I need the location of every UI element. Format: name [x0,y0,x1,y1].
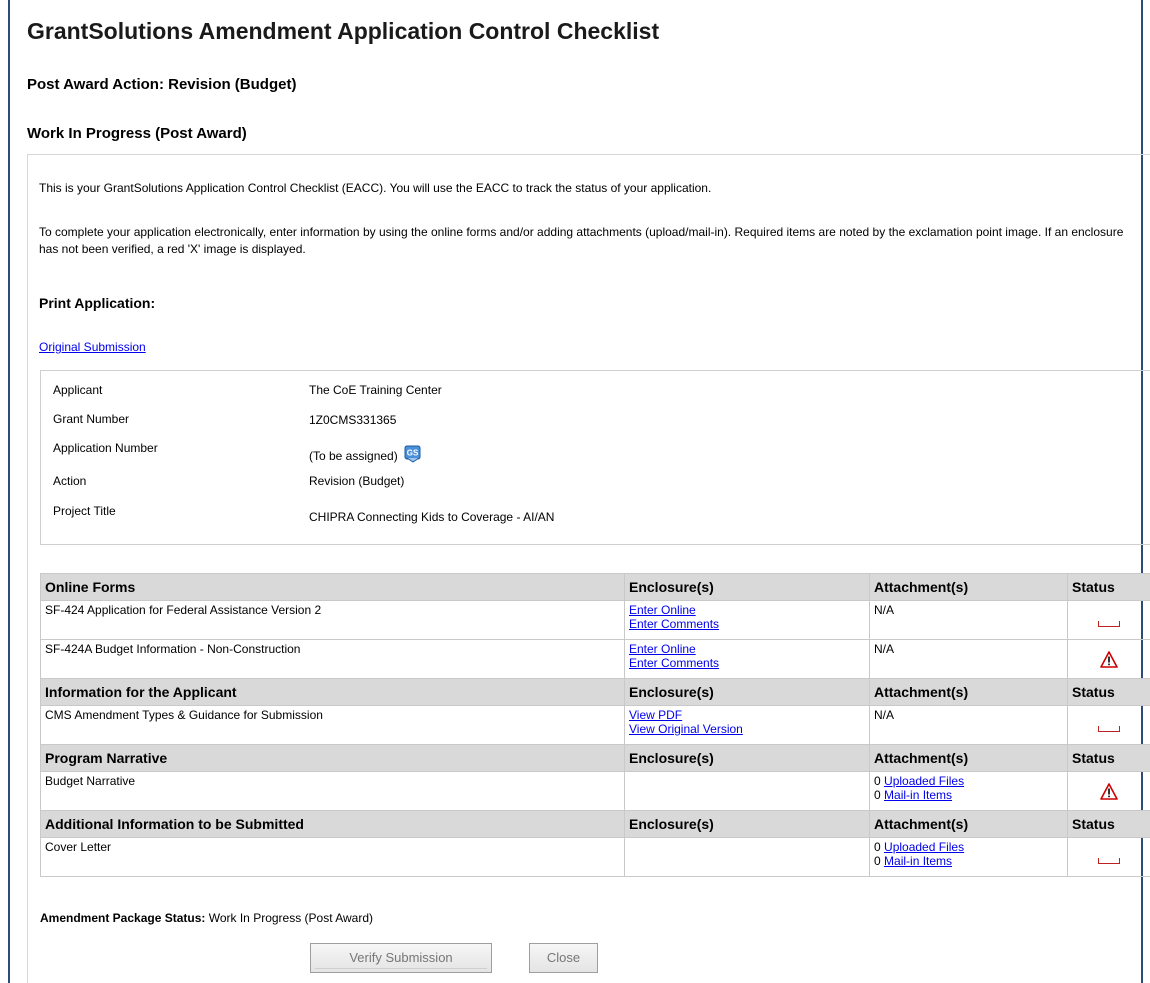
applicant-label: Applicant [53,383,103,397]
mailin-count: 0 [874,788,881,802]
applicant-value: The CoE Training Center [309,383,442,397]
warning-icon [1100,651,1118,671]
window-frame-left [8,0,10,983]
action-label: Action [53,474,87,488]
uploaded-files-link[interactable]: Uploaded Files [884,774,964,788]
action-value: Revision (Budget) [309,474,405,488]
intro-paragraph-1: This is your GrantSolutions Application … [39,181,712,195]
form-name: SF-424 Application for Federal Assistanc… [40,600,625,640]
empty-status-icon [1098,620,1120,627]
enter-comments-link[interactable]: Enter Comments [629,617,865,631]
section-title: Online Forms [40,573,625,601]
intro-paragraph-2: To complete your application electronica… [39,225,1124,256]
form-name: Cover Letter [40,837,625,877]
attachment-links: 0 Uploaded Files 0 Mail-in Items [869,837,1068,877]
table-row: SF-424A Budget Information - Non-Constru… [40,639,1150,679]
form-name: CMS Amendment Types & Guidance for Submi… [40,705,625,745]
application-number-label: Application Number [53,441,158,455]
close-button[interactable]: Close [529,943,598,973]
application-number-cell: (To be assigned) GS [309,445,422,466]
view-pdf-link[interactable]: View PDF [629,708,865,722]
application-info-box [40,370,1150,545]
section-header-program-narrative: Program Narrative Enclosure(s) Attachmen… [40,744,1150,772]
work-status-heading: Work In Progress (Post Award) [27,125,247,142]
print-application-heading: Print Application: [39,295,156,311]
section-title: Additional Information to be Submitted [40,810,625,838]
section-header-information-for-applicant: Information for the Applicant Enclosure(… [40,678,1150,706]
uploaded-count: 0 [874,840,881,854]
section-header-additional-information: Additional Information to be Submitted E… [40,810,1150,838]
status-cell [1067,600,1150,640]
col-attachments: Attachment(s) [869,810,1068,838]
mailin-count: 0 [874,854,881,868]
col-status: Status [1067,744,1150,772]
attachment-value: N/A [869,705,1068,745]
col-enclosures: Enclosure(s) [624,678,870,706]
status-cell [1067,639,1150,679]
grant-number-value: 1Z0CMS331365 [309,413,397,427]
col-attachments: Attachment(s) [869,573,1068,601]
mailin-items-link[interactable]: Mail-in Items [884,854,952,868]
project-title-label: Project Title [53,504,116,518]
table-row: Budget Narrative 0 Uploaded Files 0 Mail… [40,771,1150,811]
post-award-action: Post Award Action: Revision (Budget) [27,76,297,93]
enclosure-links: Enter Online Enter Comments [624,639,870,679]
grant-number-label: Grant Number [53,412,130,426]
warning-icon [1100,783,1118,803]
section-title: Information for the Applicant [40,678,625,706]
col-enclosures: Enclosure(s) [624,573,870,601]
table-row: CMS Amendment Types & Guidance for Submi… [40,705,1150,745]
status-cell [1067,705,1150,745]
enclosure-links [624,771,870,811]
uploaded-count: 0 [874,774,881,788]
enclosure-links [624,837,870,877]
table-row: SF-424 Application for Federal Assistanc… [40,600,1150,640]
enter-comments-link[interactable]: Enter Comments [629,656,865,670]
package-status-label: Amendment Package Status: [40,911,206,925]
form-name: Budget Narrative [40,771,625,811]
table-row: Cover Letter 0 Uploaded Files 0 Mail-in … [40,837,1150,877]
col-attachments: Attachment(s) [869,678,1068,706]
col-status: Status [1067,678,1150,706]
col-status: Status [1067,573,1150,601]
enclosure-links: View PDF View Original Version [624,705,870,745]
col-status: Status [1067,810,1150,838]
checklist-table: Online Forms Enclosure(s) Attachment(s) … [40,573,1150,877]
form-name: SF-424A Budget Information - Non-Constru… [40,639,625,679]
application-number-value: (To be assigned) [309,449,398,463]
package-status-value: Work In Progress (Post Award) [208,911,374,925]
gs-help-icon[interactable]: GS [404,445,422,466]
package-status: Amendment Package Status: Work In Progre… [40,911,373,925]
col-enclosures: Enclosure(s) [624,744,870,772]
page-title: GrantSolutions Amendment Application Con… [27,18,660,44]
status-cell [1067,771,1150,811]
col-attachments: Attachment(s) [869,744,1068,772]
attachment-value: N/A [869,600,1068,640]
enter-online-link[interactable]: Enter Online [629,642,865,656]
col-enclosures: Enclosure(s) [624,810,870,838]
enter-online-link[interactable]: Enter Online [629,603,865,617]
enclosure-links: Enter Online Enter Comments [624,600,870,640]
empty-status-icon [1098,725,1120,732]
section-header-online-forms: Online Forms Enclosure(s) Attachment(s) … [40,573,1150,601]
attachment-value: N/A [869,639,1068,679]
uploaded-files-link[interactable]: Uploaded Files [884,840,964,854]
svg-text:GS: GS [407,449,419,458]
verify-submission-button[interactable]: Verify Submission [310,943,492,973]
project-title-value: CHIPRA Connecting Kids to Coverage - AI/… [309,510,555,524]
mailin-items-link[interactable]: Mail-in Items [884,788,952,802]
section-title: Program Narrative [40,744,625,772]
status-cell [1067,837,1150,877]
original-submission-link[interactable]: Original Submission [39,340,146,354]
empty-status-icon [1098,857,1120,864]
attachment-links: 0 Uploaded Files 0 Mail-in Items [869,771,1068,811]
view-original-version-link[interactable]: View Original Version [629,722,865,736]
